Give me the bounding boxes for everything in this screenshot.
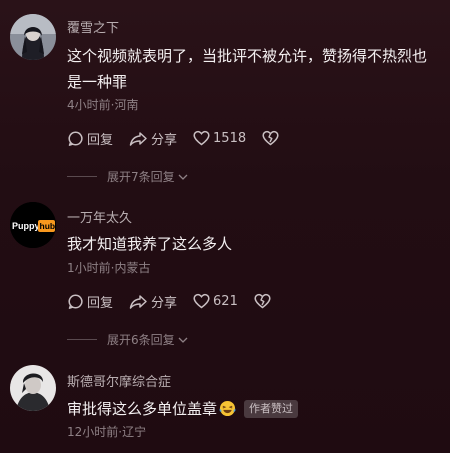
comment-text: 我才知道我养了这么多人	[67, 235, 233, 253]
share-icon	[129, 294, 147, 309]
like-button[interactable]: 621	[193, 293, 238, 309]
username[interactable]: 一万年太久	[67, 207, 132, 226]
divider	[67, 339, 97, 340]
share-icon	[129, 131, 147, 146]
reply-button[interactable]: 回复	[67, 129, 113, 148]
comment-meta: 4小时前·河南	[67, 98, 139, 112]
avatar-text-puppy: Puppy	[12, 221, 40, 231]
username[interactable]: 覆雪之下	[67, 17, 119, 36]
avatar[interactable]	[10, 14, 56, 60]
expand-replies[interactable]: 展开7条回复	[67, 168, 189, 185]
action-bar: 回复 分享 1518	[67, 128, 298, 148]
avatar[interactable]: Puppy hub	[10, 202, 56, 248]
comment-icon	[68, 293, 83, 309]
laughing-crying-emoji-icon	[219, 400, 236, 417]
share-button[interactable]: 分享	[129, 129, 177, 148]
dislike-button[interactable]	[262, 130, 282, 146]
username[interactable]: 斯德哥尔摩综合症	[67, 371, 171, 390]
comment-meta: 12小时前·辽宁	[67, 425, 147, 439]
avatar[interactable]	[10, 365, 56, 411]
reply-label: 回复	[87, 295, 114, 311]
comment-text: 审批得这么多单位盖章 作者赞过	[67, 396, 439, 422]
like-count: 1518	[213, 130, 247, 146]
share-label: 分享	[151, 295, 178, 311]
divider	[67, 176, 97, 177]
expand-label: 展开7条回复	[107, 170, 175, 184]
avatar-text-hub: hub	[40, 221, 56, 231]
broken-heart-icon	[254, 293, 271, 309]
author-liked-badge: 作者赞过	[244, 400, 299, 418]
share-button[interactable]: 分享	[129, 292, 177, 311]
action-bar: 回复 分享 621	[67, 291, 290, 311]
comment-text: 这个视频就表明了，当批评不被允许，赞扬得不热烈也是一种罪	[67, 47, 428, 91]
reply-label: 回复	[87, 132, 114, 148]
expand-replies[interactable]: 展开6条回复	[67, 331, 189, 348]
avatar-image	[10, 14, 56, 60]
chevron-down-icon	[178, 337, 188, 343]
heart-icon	[193, 130, 210, 146]
comment-meta: 1小时前·内蒙古	[67, 261, 151, 275]
chevron-down-icon	[178, 174, 188, 180]
avatar-image	[10, 365, 56, 411]
like-button[interactable]: 1518	[193, 130, 246, 146]
dislike-button[interactable]	[254, 293, 274, 309]
heart-icon	[193, 293, 210, 309]
comment-icon	[68, 130, 83, 146]
expand-label: 展开6条回复	[107, 333, 175, 347]
comment-text-content: 审批得这么多单位盖章	[67, 400, 218, 418]
like-count: 621	[213, 293, 238, 309]
avatar-image: Puppy hub	[10, 202, 56, 248]
share-label: 分享	[151, 132, 178, 148]
reply-button[interactable]: 回复	[67, 292, 113, 311]
broken-heart-icon	[262, 130, 279, 146]
